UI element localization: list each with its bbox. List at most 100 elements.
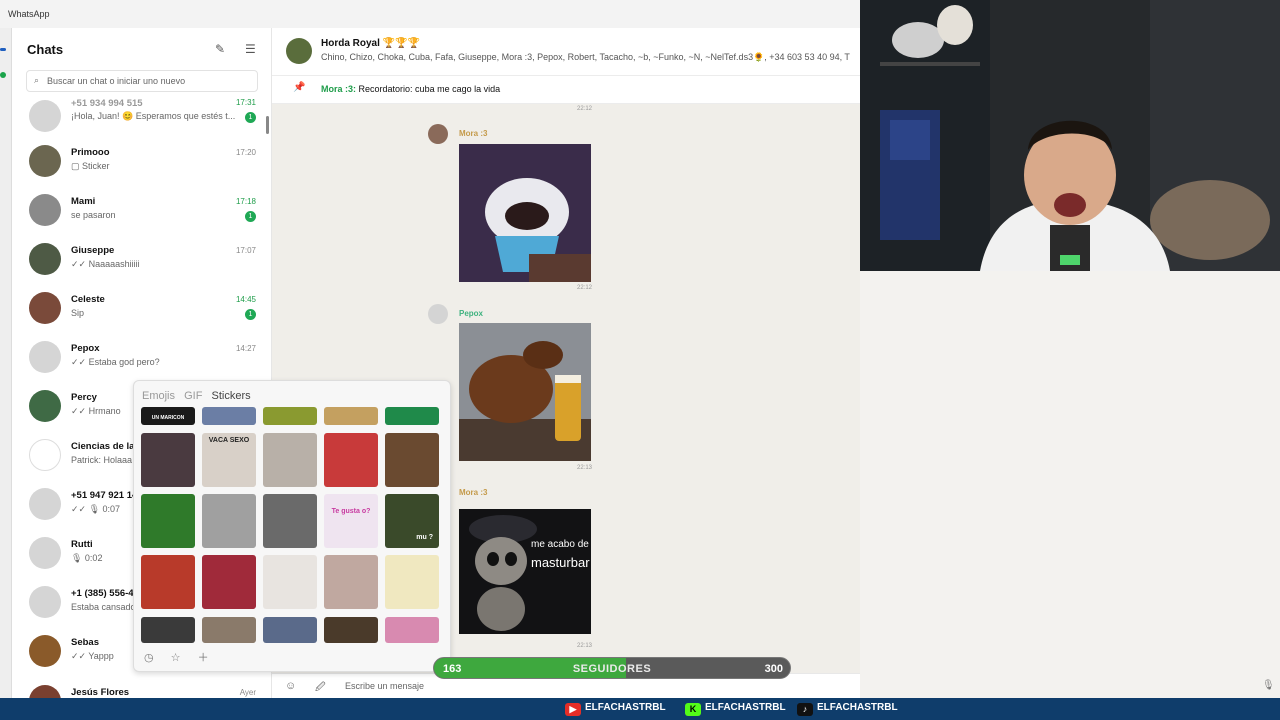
chat-header[interactable]: Horda Royal 🏆🏆🏆 Chino, Chizo, Choka, Cub… bbox=[272, 28, 860, 76]
chat-item[interactable]: Primooo ▢ Sticker 17:20 bbox=[12, 138, 271, 187]
sticker-item[interactable] bbox=[202, 494, 256, 548]
streamer-camera-image bbox=[860, 0, 1280, 271]
emoji-icon[interactable]: ☺ bbox=[285, 680, 296, 692]
chat-item[interactable]: Mami se pasaron 17:18 1 bbox=[12, 187, 271, 236]
chat-item[interactable]: Celeste Sip 14:45 1 bbox=[12, 285, 271, 334]
sticker-item[interactable]: mu ? bbox=[385, 494, 439, 548]
sticker-item[interactable]: UN MARICON bbox=[141, 407, 195, 425]
kick-icon: K bbox=[685, 703, 701, 716]
sticker-item[interactable] bbox=[263, 433, 317, 487]
chat-preview: ✓✓ Estaba god pero? bbox=[71, 357, 160, 367]
avatar bbox=[29, 390, 61, 422]
chat-time: 17:07 bbox=[235, 246, 256, 255]
avatar[interactable] bbox=[428, 124, 448, 144]
attach-icon[interactable]: 🖉 bbox=[315, 680, 326, 697]
search-input[interactable]: ⌕ Buscar un chat o iniciar uno nuevo bbox=[26, 70, 258, 92]
tab-emojis[interactable]: Emojis bbox=[142, 390, 175, 402]
message-sticker[interactable] bbox=[459, 323, 591, 461]
sticker-item[interactable] bbox=[202, 617, 256, 643]
chat-name: +51 934 994 515 bbox=[71, 98, 143, 109]
follower-label: SEGUIDORES bbox=[572, 663, 652, 675]
group-avatar[interactable] bbox=[286, 38, 312, 64]
sticker-item[interactable] bbox=[141, 433, 195, 487]
chat-item[interactable]: Giuseppe ✓✓ Naaaaashiiiii 17:07 bbox=[12, 236, 271, 285]
chat-item[interactable]: +51 934 994 515 ¡Hola, Juan! 😊 Esperamos… bbox=[12, 93, 271, 142]
sticker-item[interactable] bbox=[324, 555, 378, 609]
chats-heading: Chats bbox=[27, 42, 64, 57]
sticker-item[interactable] bbox=[141, 494, 195, 548]
sticker-item[interactable] bbox=[263, 555, 317, 609]
search-icon: ⌕ bbox=[34, 75, 40, 85]
recent-icon[interactable]: ◷ bbox=[144, 652, 154, 664]
unread-badge: 1 bbox=[245, 112, 256, 123]
sticker-item[interactable] bbox=[141, 617, 195, 643]
sticker-caption: UN MARICON bbox=[151, 415, 185, 421]
sticker-item[interactable] bbox=[385, 555, 439, 609]
chat-name: Rutti bbox=[71, 539, 93, 550]
unread-badge: 1 bbox=[245, 309, 256, 320]
pinned-author: Mora :3: bbox=[321, 84, 357, 94]
chat-time: 17:31 bbox=[235, 98, 256, 107]
chat-name: +1 (385) 556-4 bbox=[71, 588, 134, 599]
sticker-item[interactable] bbox=[324, 407, 378, 425]
chat-item[interactable]: Pepox ✓✓ Estaba god pero? 14:27 bbox=[12, 334, 271, 383]
avatar bbox=[29, 243, 61, 275]
message-time: 22:13 bbox=[577, 465, 593, 471]
avatar[interactable] bbox=[428, 304, 448, 324]
sticker-item[interactable] bbox=[385, 433, 439, 487]
follower-goal-count: 300 bbox=[764, 663, 783, 675]
sticker-item[interactable] bbox=[385, 617, 439, 643]
plus-icon[interactable]: ＋ bbox=[198, 652, 209, 664]
dog-beer-sticker-image bbox=[459, 323, 591, 461]
sticker-item[interactable] bbox=[263, 494, 317, 548]
chat-time: 14:27 bbox=[235, 344, 256, 353]
message-sender: Mora :3 bbox=[459, 129, 488, 138]
pin-icon: 📌 bbox=[293, 82, 306, 93]
group-name: Horda Royal 🏆🏆🏆 bbox=[321, 38, 421, 49]
sticker-caption: VACA SEXO bbox=[208, 437, 250, 444]
chat-name: +51 947 921 14 bbox=[71, 490, 138, 501]
sticker-item[interactable] bbox=[385, 407, 439, 425]
chat-preview: se pasaron bbox=[71, 210, 116, 220]
rail-active-indicator bbox=[0, 48, 6, 51]
chat-name: Primooo bbox=[71, 147, 110, 158]
sticker-caption: mu ? bbox=[416, 534, 433, 541]
avatar bbox=[29, 100, 61, 132]
chat-preview: ¡Hola, Juan! 😊 Esperamos que estés t... bbox=[71, 111, 236, 121]
sticker-item[interactable] bbox=[141, 555, 195, 609]
chat-item[interactable]: Jesús Flores Ayer bbox=[12, 678, 271, 698]
sticker-item[interactable]: Te gusta o? bbox=[324, 494, 378, 548]
sticker-item[interactable] bbox=[324, 433, 378, 487]
message-input[interactable]: Escribe un mensaje bbox=[345, 681, 424, 691]
chat-time: Ayer bbox=[239, 688, 256, 697]
chat-name: Sebas bbox=[71, 637, 99, 648]
message-sticker[interactable]: me acabo de masturbar bbox=[459, 509, 591, 634]
chat-preview: ▢ Sticker bbox=[71, 161, 110, 171]
tiktok-icon: ♪ bbox=[797, 703, 813, 716]
webcam-overlay bbox=[860, 0, 1280, 271]
message-sender: Mora :3 bbox=[459, 488, 488, 497]
chat-preview: ✓✓ Naaaaashiiiii bbox=[71, 259, 140, 269]
tab-stickers[interactable]: Stickers bbox=[211, 390, 250, 402]
sticker-caption-line: me acabo de bbox=[531, 539, 589, 550]
avatar bbox=[29, 537, 61, 569]
chat-time: 17:18 bbox=[235, 197, 256, 206]
sticker-item[interactable] bbox=[263, 407, 317, 425]
sticker-item[interactable] bbox=[263, 617, 317, 643]
social-handle: ELFACHASTRBL bbox=[817, 702, 898, 713]
sticker-item[interactable] bbox=[202, 555, 256, 609]
sticker-item[interactable]: VACA SEXO bbox=[202, 433, 256, 487]
cupcake-sticker-image bbox=[459, 144, 591, 282]
kick-handle: K ELFACHASTRBL bbox=[685, 702, 786, 716]
filter-icon[interactable]: ☰ bbox=[245, 42, 256, 56]
microphone-icon[interactable]: 🎙 bbox=[1262, 680, 1275, 691]
chat-time: 17:20 bbox=[235, 148, 256, 157]
tab-gif[interactable]: GIF bbox=[184, 390, 202, 402]
pinned-message-bar[interactable]: 📌 Mora :3: Recordatorio: cuba me cago la… bbox=[272, 76, 860, 104]
message-sticker[interactable] bbox=[459, 144, 591, 282]
chat-name: Celeste bbox=[71, 294, 105, 305]
sticker-item[interactable] bbox=[324, 617, 378, 643]
sticker-item[interactable] bbox=[202, 407, 256, 425]
star-icon[interactable]: ☆ bbox=[171, 652, 181, 664]
new-chat-icon[interactable]: ✎ bbox=[215, 42, 225, 56]
